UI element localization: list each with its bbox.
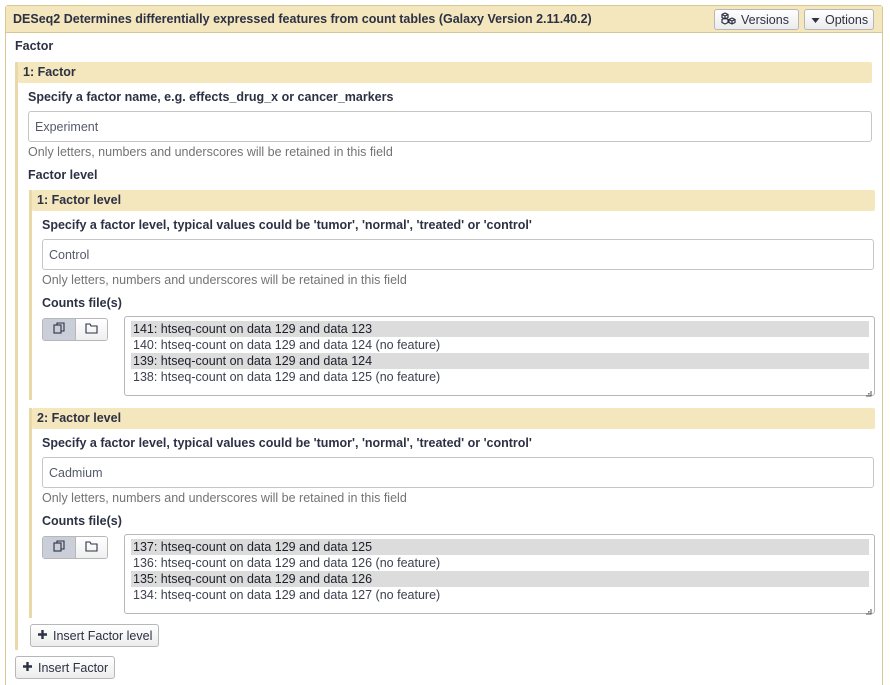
factor-name-label: Specify a factor name, e.g. effects_drug… bbox=[28, 90, 394, 104]
plus-icon bbox=[22, 661, 33, 675]
factor-level-input-2[interactable] bbox=[42, 457, 874, 488]
factor-level-block-1: 1: Factor level Specify a factor level, … bbox=[29, 190, 875, 400]
cubes-icon bbox=[721, 11, 736, 28]
plus-icon bbox=[37, 629, 48, 643]
dataset-collection-button[interactable] bbox=[74, 319, 107, 340]
factor-repeat-header: 1: Factor bbox=[18, 62, 872, 83]
resize-grip-icon[interactable] bbox=[864, 385, 872, 397]
versions-button[interactable]: Versions bbox=[714, 9, 799, 30]
dataset-option[interactable]: 137: htseq-count on data 129 and data 12… bbox=[131, 539, 869, 555]
insert-factor-level-label: Insert Factor level bbox=[53, 628, 153, 643]
tool-title: DESeq2 Determines differentially express… bbox=[13, 12, 592, 26]
tool-header: DESeq2 Determines differentially express… bbox=[6, 6, 882, 33]
counts-files-select-1[interactable]: 141: htseq-count on data 129 and data 12… bbox=[124, 316, 875, 397]
factor-level-label-1: Specify a factor level, typical values c… bbox=[42, 218, 532, 232]
multiple-datasets-button[interactable] bbox=[43, 319, 75, 340]
options-label: Options bbox=[825, 12, 869, 27]
insert-factor-label: Insert Factor bbox=[38, 660, 109, 675]
factor-section-title: Factor bbox=[15, 39, 54, 53]
dataset-mode-toggle-1 bbox=[42, 318, 108, 341]
multiple-datasets-button[interactable] bbox=[43, 537, 75, 558]
factor-repeat-block: 1: Factor Specify a factor name, e.g. ef… bbox=[15, 62, 875, 650]
factor-level-block-2: 2: Factor level Specify a factor level, … bbox=[29, 408, 875, 618]
factor-level-header-2: 2: Factor level bbox=[32, 408, 875, 429]
copy-icon bbox=[53, 540, 65, 555]
versions-label: Versions bbox=[741, 12, 789, 27]
counts-files-label-2: Counts file(s) bbox=[42, 514, 122, 528]
factor-name-input[interactable] bbox=[28, 111, 872, 142]
dataset-option[interactable]: 139: htseq-count on data 129 and data 12… bbox=[131, 353, 869, 369]
factor-level-input-1[interactable] bbox=[42, 239, 874, 270]
folder-icon bbox=[85, 540, 98, 555]
insert-factor-button[interactable]: Insert Factor bbox=[15, 656, 116, 679]
insert-factor-level-button[interactable]: Insert Factor level bbox=[30, 624, 160, 647]
factor-level-help-1: Only letters, numbers and underscores wi… bbox=[42, 273, 407, 287]
factor-level-section-title: Factor level bbox=[28, 168, 98, 182]
dataset-option[interactable]: 138: htseq-count on data 129 and data 12… bbox=[131, 369, 869, 385]
options-button[interactable]: Options bbox=[804, 9, 874, 30]
dataset-option[interactable]: 134: htseq-count on data 129 and data 12… bbox=[131, 587, 869, 603]
dataset-collection-button[interactable] bbox=[74, 537, 107, 558]
counts-files-select-2[interactable]: 137: htseq-count on data 129 and data 12… bbox=[124, 534, 875, 615]
dataset-option[interactable]: 136: htseq-count on data 129 and data 12… bbox=[131, 555, 869, 571]
dataset-option[interactable]: 140: htseq-count on data 129 and data 12… bbox=[131, 337, 869, 353]
counts-files-label-1: Counts file(s) bbox=[42, 296, 122, 310]
dataset-option[interactable]: 141: htseq-count on data 129 and data 12… bbox=[131, 321, 869, 337]
folder-icon bbox=[85, 322, 98, 337]
caret-down-icon bbox=[811, 13, 820, 27]
factor-level-header-1: 1: Factor level bbox=[32, 190, 875, 211]
dataset-option[interactable]: 135: htseq-count on data 129 and data 12… bbox=[131, 571, 869, 587]
factor-name-help: Only letters, numbers and underscores wi… bbox=[28, 145, 393, 159]
copy-icon bbox=[53, 322, 65, 337]
dataset-mode-toggle-2 bbox=[42, 536, 108, 559]
factor-level-label-2: Specify a factor level, typical values c… bbox=[42, 436, 532, 450]
factor-level-help-2: Only letters, numbers and underscores wi… bbox=[42, 491, 407, 505]
resize-grip-icon[interactable] bbox=[864, 603, 872, 615]
